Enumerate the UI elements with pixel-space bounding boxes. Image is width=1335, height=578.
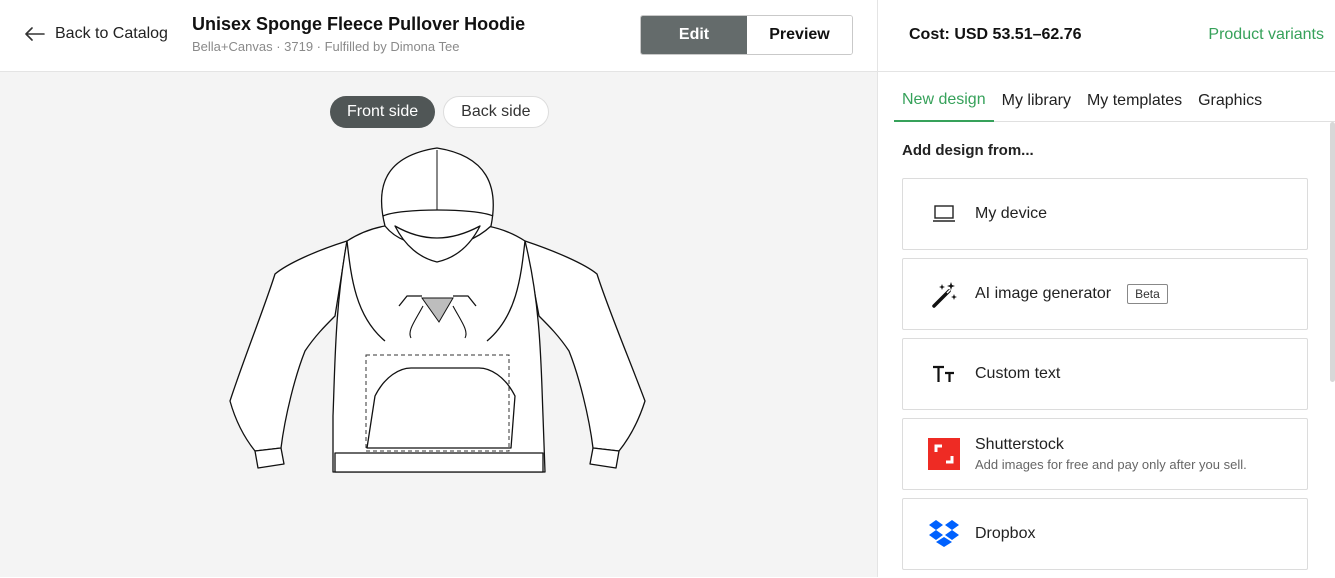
tab-graphics[interactable]: Graphics xyxy=(1190,80,1270,122)
laptop-icon xyxy=(927,197,961,231)
beta-badge: Beta xyxy=(1127,284,1168,304)
side-switcher: Front side Back side xyxy=(330,96,549,128)
front-side-button[interactable]: Front side xyxy=(330,96,436,128)
tab-my-library[interactable]: My library xyxy=(994,80,1079,122)
back-side-button[interactable]: Back side xyxy=(443,96,549,128)
ai-image-generator-option[interactable]: AI image generator Beta xyxy=(902,258,1308,330)
magic-wand-icon xyxy=(927,277,961,311)
design-canvas: Front side Back side xyxy=(0,72,877,577)
custom-text-label: Custom text xyxy=(975,365,1061,382)
product-variants-link[interactable]: Product variants xyxy=(1208,26,1324,44)
dropbox-label: Dropbox xyxy=(975,525,1036,542)
product-subtitle: Bella+Canvas · 3719 · Fulfilled by Dimon… xyxy=(192,39,460,54)
shutterstock-option[interactable]: Shutterstock Add images for free and pay… xyxy=(902,418,1308,490)
my-device-label: My device xyxy=(975,205,1048,222)
shutterstock-description: Add images for free and pay only after y… xyxy=(975,457,1247,472)
ai-image-generator-label: AI image generator xyxy=(975,285,1112,302)
design-source-list: My device AI image generator Beta Custom… xyxy=(902,178,1308,578)
design-panel: New design My library My templates Graph… xyxy=(877,72,1335,577)
shutterstock-icon xyxy=(927,437,961,471)
product-title: Unisex Sponge Fleece Pullover Hoodie xyxy=(192,14,526,34)
preview-button[interactable]: Preview xyxy=(747,16,852,54)
custom-text-option[interactable]: Custom text xyxy=(902,338,1308,410)
panel-scrollbar[interactable] xyxy=(1330,122,1335,382)
my-device-option[interactable]: My device xyxy=(902,178,1308,250)
dropbox-icon xyxy=(927,517,961,551)
shutterstock-label: Shutterstock xyxy=(975,436,1064,453)
hoodie-mockup[interactable] xyxy=(225,146,650,506)
top-header: Back to Catalog Unisex Sponge Fleece Pul… xyxy=(0,0,877,72)
cost-header: Cost: USD 53.51–62.76 Product variants xyxy=(877,0,1335,72)
back-to-catalog-link[interactable]: Back to Catalog xyxy=(24,22,168,46)
tab-my-templates[interactable]: My templates xyxy=(1079,80,1190,122)
edit-button[interactable]: Edit xyxy=(641,16,747,54)
add-design-heading: Add design from... xyxy=(902,142,1034,159)
tab-new-design[interactable]: New design xyxy=(894,80,994,122)
design-tabs: New design My library My templates Graph… xyxy=(894,80,1335,122)
text-icon xyxy=(927,357,961,391)
cost-label: Cost: USD 53.51–62.76 xyxy=(909,26,1082,43)
arrow-left-icon xyxy=(25,27,45,41)
mode-toggle: Edit Preview xyxy=(640,15,853,55)
back-label: Back to Catalog xyxy=(55,25,168,42)
dropbox-option[interactable]: Dropbox xyxy=(902,498,1308,570)
